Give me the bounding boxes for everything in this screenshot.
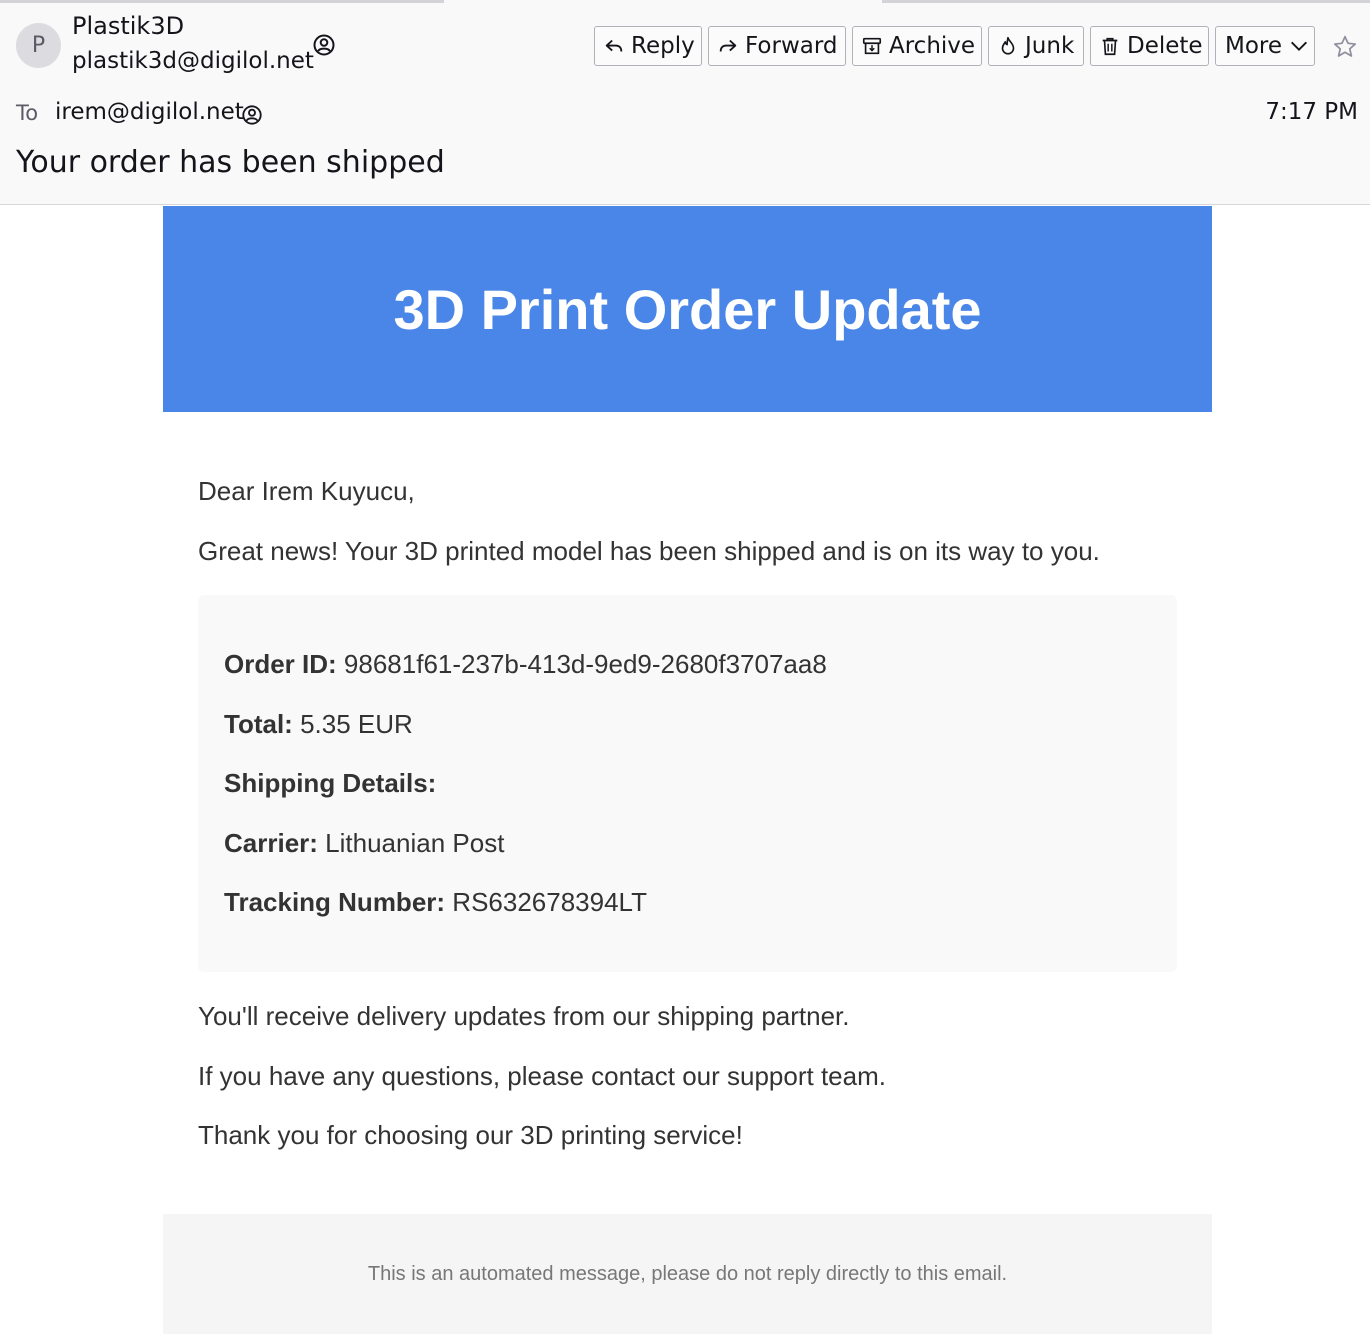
junk-label: Junk [1025, 33, 1075, 59]
email-footer: This is an automated message, please do … [163, 1214, 1212, 1334]
order-id-row: Order ID: 98681f61-237b-413d-9ed9-2680f3… [224, 649, 827, 680]
reply-label: Reply [631, 33, 695, 59]
forward-button[interactable]: Forward [708, 26, 846, 66]
trash-icon [1102, 37, 1118, 56]
archive-label: Archive [889, 33, 976, 59]
reply-button[interactable]: Reply [594, 26, 702, 66]
thanks-text: Thank you for choosing our 3D printing s… [198, 1120, 743, 1150]
sender-avatar: P [16, 23, 61, 68]
more-button[interactable]: More [1215, 26, 1315, 66]
delete-label: Delete [1127, 33, 1203, 59]
add-contact-icon[interactable] [312, 33, 336, 57]
junk-button[interactable]: Junk [988, 26, 1084, 66]
sender-email[interactable]: plastik3d@digilol.net [72, 48, 314, 74]
updates-text: You'll receive delivery updates from our… [198, 1001, 850, 1031]
to-label: To [16, 101, 39, 125]
add-contact-icon[interactable] [241, 104, 263, 126]
greeting: Dear Irem Kuyucu, [198, 476, 415, 506]
banner-title: 3D Print Order Update [393, 277, 982, 341]
junk-icon [1001, 36, 1015, 55]
delete-button[interactable]: Delete [1090, 26, 1209, 66]
header-top-border [882, 0, 1370, 3]
chevron-down-icon [1291, 41, 1308, 51]
order-details-box: Order ID: 98681f61-237b-413d-9ed9-2680f3… [198, 595, 1177, 972]
recipient-email[interactable]: irem@digilol.net [55, 99, 244, 125]
carrier-label: Carrier: [224, 828, 318, 858]
more-label: More [1225, 33, 1283, 59]
total-value: 5.35 EUR [300, 709, 413, 739]
header-top-border [0, 0, 444, 3]
email-banner: 3D Print Order Update [163, 206, 1212, 412]
sender-name[interactable]: Plastik3D [72, 12, 184, 40]
carrier-value: Lithuanian Post [325, 828, 505, 858]
questions-text: If you have any questions, please contac… [198, 1061, 886, 1091]
footer-text: This is an automated message, please do … [367, 1262, 1008, 1285]
star-icon[interactable] [1332, 34, 1358, 60]
total-row: Total: 5.35 EUR [224, 709, 413, 740]
archive-button[interactable]: Archive [852, 26, 982, 66]
tracking-row: Tracking Number: RS632678394LT [224, 887, 647, 918]
message-header: P Plastik3D plastik3d@digilol.net Reply … [0, 0, 1370, 205]
tracking-value: RS632678394LT [452, 887, 647, 917]
archive-icon [862, 37, 882, 55]
forward-label: Forward [745, 33, 838, 59]
shipping-details-label: Shipping Details: [224, 768, 437, 798]
message-time: 7:17 PM [1265, 99, 1358, 125]
total-label: Total: [224, 709, 293, 739]
forward-icon [719, 39, 737, 52]
shipping-details-heading: Shipping Details: [224, 768, 436, 799]
tracking-label: Tracking Number: [224, 887, 446, 917]
message-subject: Your order has been shipped [16, 145, 445, 180]
carrier-row: Carrier: Lithuanian Post [224, 828, 504, 859]
intro-text: Great news! Your 3D printed model has be… [198, 536, 1100, 566]
order-id-label: Order ID: [224, 649, 337, 679]
order-id-value: 98681f61-237b-413d-9ed9-2680f3707aa8 [343, 649, 827, 679]
reply-icon [605, 39, 623, 52]
